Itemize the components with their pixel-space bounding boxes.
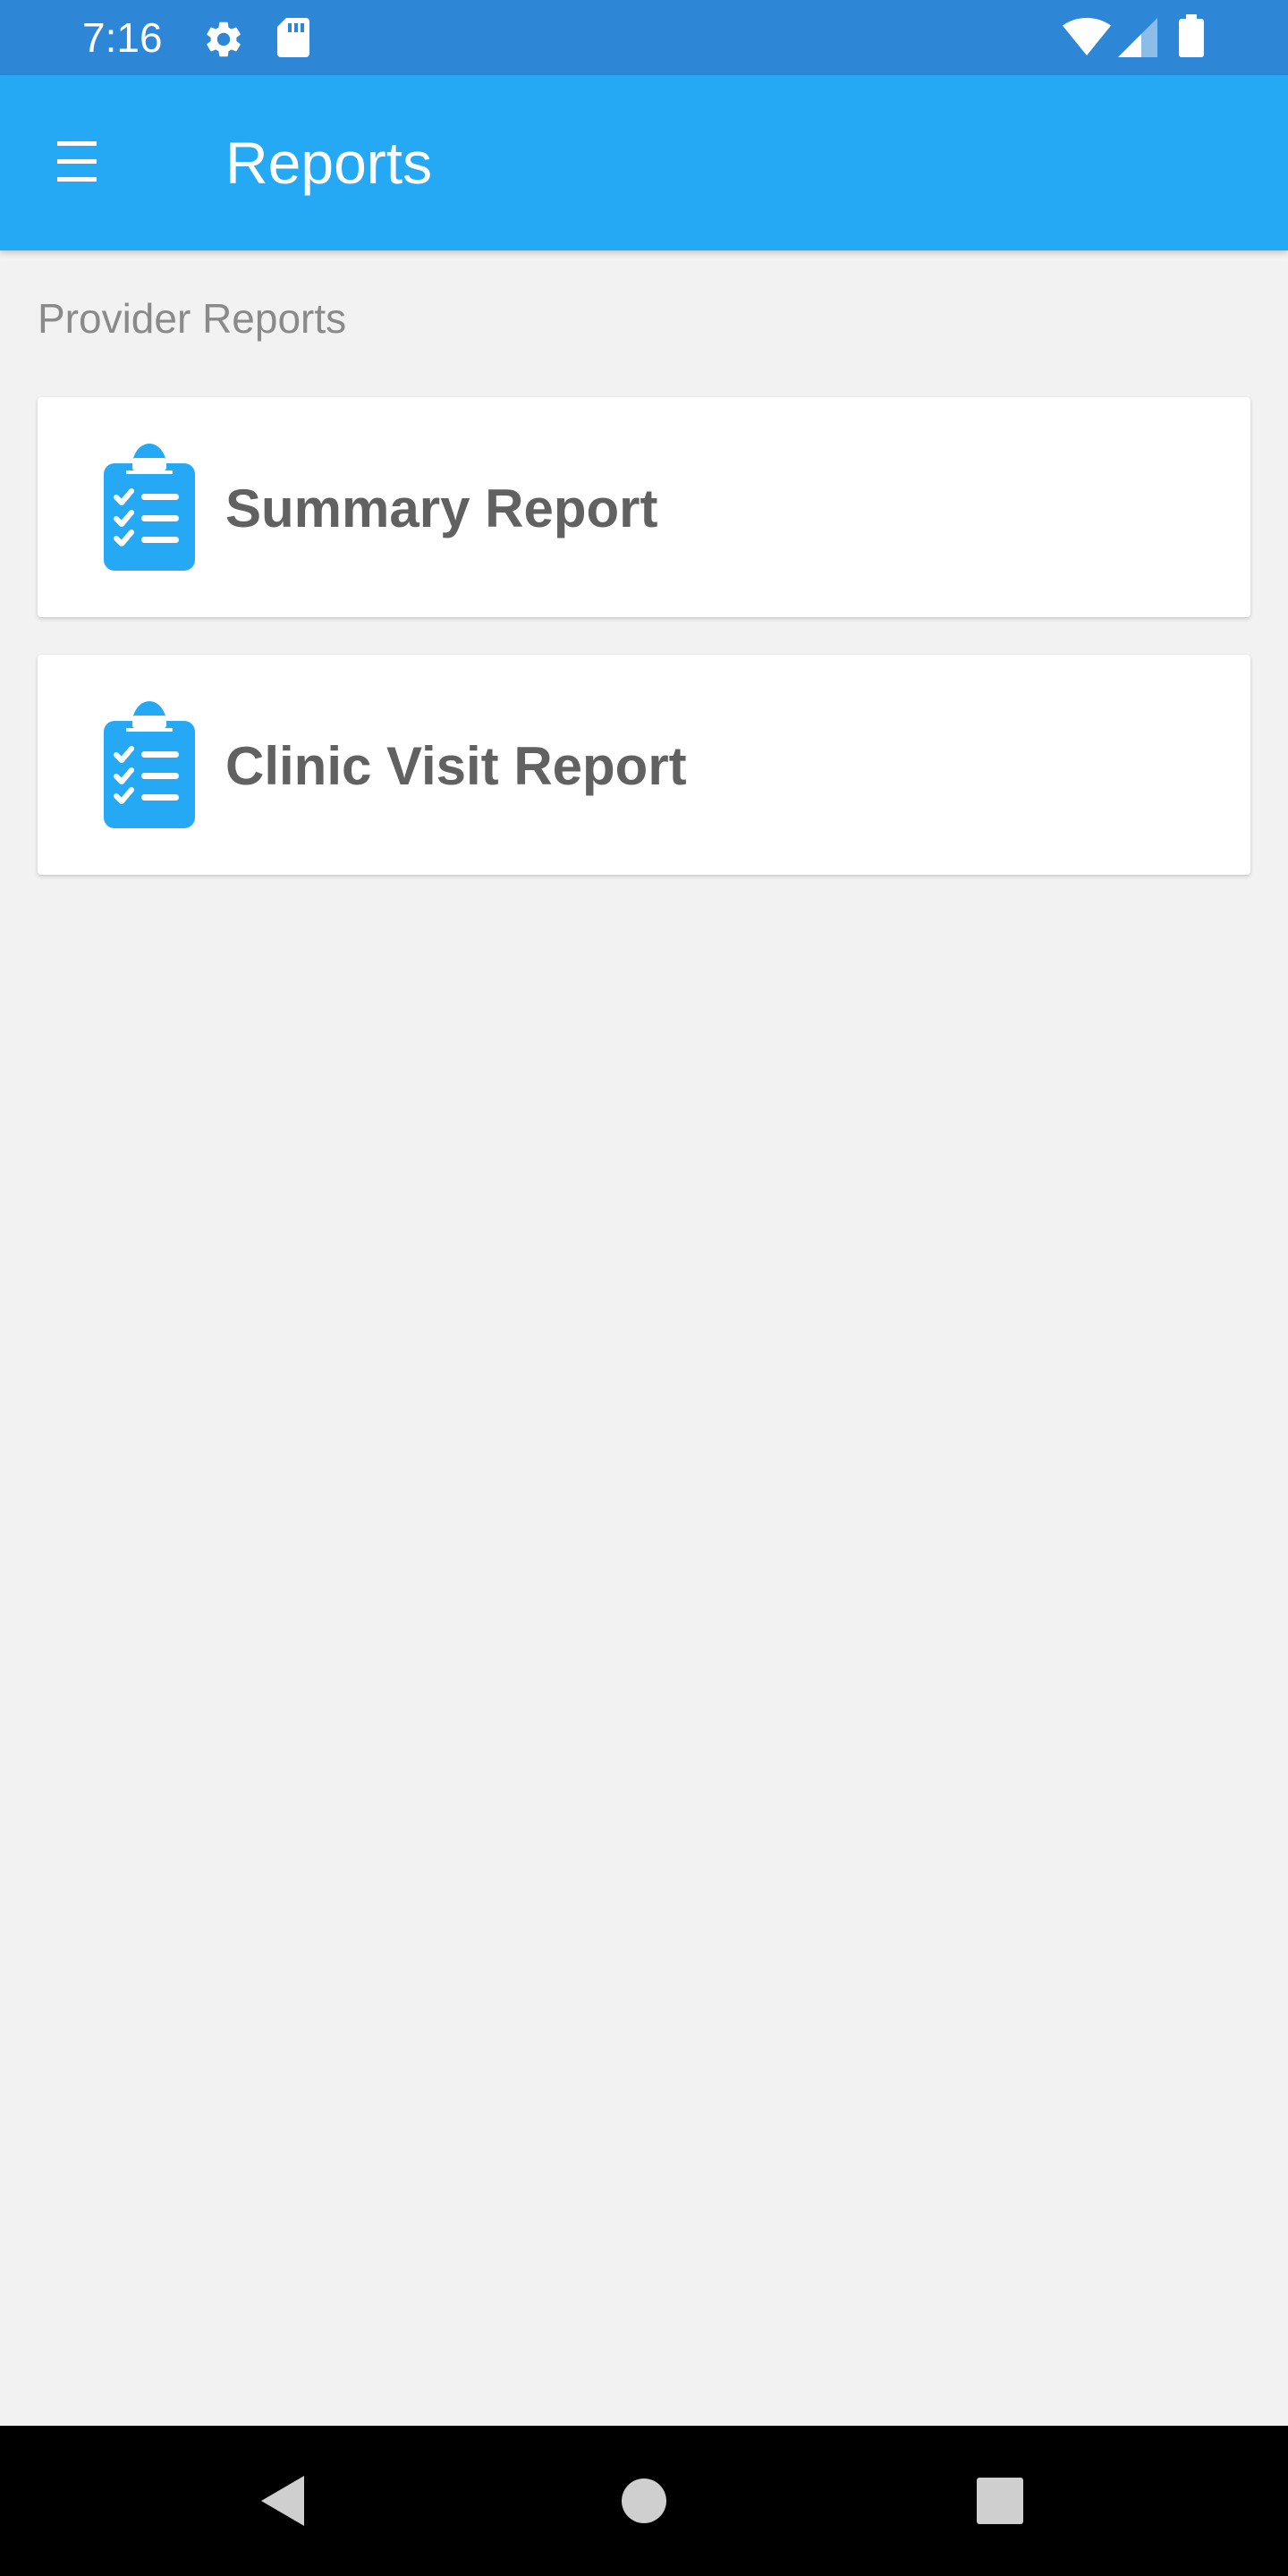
home-button[interactable] bbox=[605, 2462, 683, 2540]
page-title: Reports bbox=[225, 130, 433, 196]
section-heading: Provider Reports bbox=[38, 295, 347, 342]
wifi-icon bbox=[1063, 18, 1111, 55]
menu-button[interactable] bbox=[32, 118, 122, 208]
sd-card-icon bbox=[277, 18, 309, 57]
hamburger-menu-icon bbox=[57, 141, 97, 182]
signal-icon bbox=[1118, 18, 1157, 57]
status-bar: 7:16 bbox=[0, 0, 1288, 75]
back-icon bbox=[261, 2476, 304, 2526]
clinic-visit-report-label: Clinic Visit Report bbox=[225, 736, 687, 796]
back-button[interactable] bbox=[247, 2462, 326, 2540]
app-bar: Reports bbox=[0, 75, 1288, 250]
summary-report-card[interactable]: Summary Report bbox=[38, 397, 1250, 617]
clipboard-checklist-icon bbox=[104, 444, 195, 571]
battery-icon bbox=[1179, 14, 1204, 57]
summary-report-label: Summary Report bbox=[225, 479, 658, 538]
clipboard-checklist-icon bbox=[104, 701, 195, 828]
settings-icon bbox=[207, 21, 241, 57]
navigation-bar bbox=[0, 2426, 1288, 2576]
recents-button[interactable] bbox=[961, 2462, 1039, 2540]
status-time: 7:16 bbox=[82, 14, 163, 61]
clinic-visit-report-card[interactable]: Clinic Visit Report bbox=[38, 655, 1250, 875]
home-icon bbox=[622, 2479, 666, 2523]
reports-screen: 7:16 Reports Provider Reports Summary Re… bbox=[0, 0, 1288, 2576]
recents-icon bbox=[977, 2478, 1023, 2524]
